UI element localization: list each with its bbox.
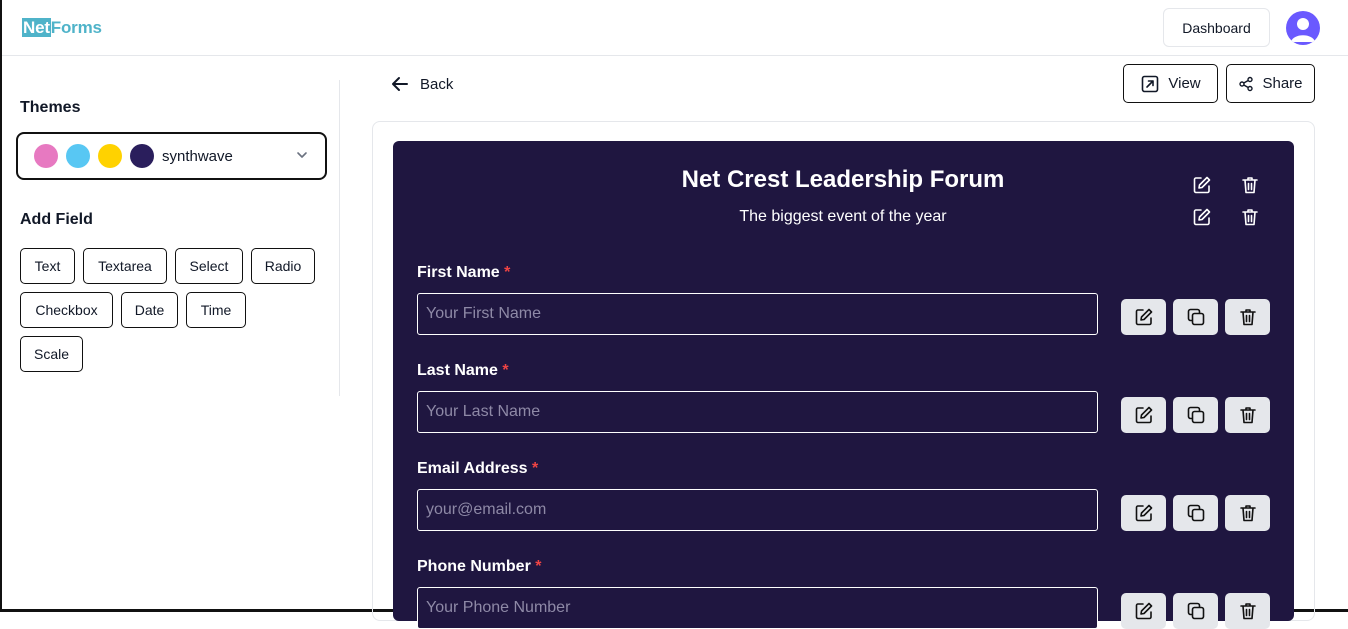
required-marker: * [535, 558, 542, 575]
edit-icon [1135, 504, 1152, 522]
trash-icon [1239, 407, 1256, 424]
form-subtitle: The biggest event of the year [739, 208, 947, 225]
add-date-field-button[interactable]: Date [121, 292, 178, 328]
add-time-field-button[interactable]: Time [186, 292, 246, 328]
delete-field-button[interactable] [1225, 593, 1270, 629]
field-label-text: First Name [417, 264, 500, 281]
required-marker: * [502, 362, 509, 379]
theme-color-swatch-4 [130, 144, 154, 168]
delete-field-button[interactable] [1225, 397, 1270, 433]
trash-icon [1239, 309, 1256, 326]
last-name-input[interactable] [417, 391, 1098, 433]
last-name-label: Last Name * [417, 362, 509, 380]
add-checkbox-field-button[interactable]: Checkbox [20, 292, 113, 328]
field-label-text: Phone Number [417, 558, 531, 575]
add-field-title: Add Field [20, 211, 93, 228]
back-link[interactable]: Back [390, 72, 453, 96]
duplicate-field-button[interactable] [1173, 495, 1218, 531]
theme-color-swatch-2 [66, 144, 90, 168]
trash-icon [1239, 603, 1256, 620]
share-icon [1239, 76, 1254, 91]
user-icon [1291, 18, 1315, 42]
duplicate-field-button[interactable] [1173, 299, 1218, 335]
edit-subtitle-icon[interactable] [1192, 207, 1212, 227]
trash-icon [1239, 505, 1256, 522]
copy-icon [1187, 602, 1204, 620]
view-button[interactable]: View [1123, 64, 1218, 103]
theme-select[interactable]: synthwave [16, 132, 327, 180]
edit-title-icon[interactable] [1192, 175, 1212, 195]
required-marker: * [532, 460, 539, 477]
edit-icon [1135, 602, 1152, 620]
field-label-text: Email Address [417, 460, 528, 477]
copy-icon [1187, 308, 1204, 326]
edit-field-button[interactable] [1121, 495, 1166, 531]
logo-net: Net [22, 18, 51, 37]
email-input[interactable] [417, 489, 1098, 531]
edit-field-button[interactable] [1121, 299, 1166, 335]
theme-color-swatch-3 [98, 144, 122, 168]
add-textarea-field-button[interactable]: Textarea [83, 248, 167, 284]
theme-name: synthwave [162, 147, 233, 165]
edit-field-button[interactable] [1121, 397, 1166, 433]
dashboard-button[interactable]: Dashboard [1163, 8, 1270, 47]
chevron-down-icon [297, 152, 307, 158]
delete-field-button[interactable] [1225, 299, 1270, 335]
copy-icon [1187, 406, 1204, 424]
copy-icon [1187, 504, 1204, 522]
email-label: Email Address * [417, 460, 538, 478]
sidebar-divider [339, 80, 340, 396]
delete-title-icon[interactable] [1240, 175, 1260, 195]
first-name-input[interactable] [417, 293, 1098, 335]
delete-subtitle-icon[interactable] [1240, 207, 1260, 227]
back-label: Back [420, 75, 454, 93]
add-radio-field-button[interactable]: Radio [251, 248, 315, 284]
view-label: View [1168, 75, 1201, 92]
edit-icon [1135, 406, 1152, 424]
field-label-text: Last Name [417, 362, 498, 379]
delete-field-button[interactable] [1225, 495, 1270, 531]
add-scale-field-button[interactable]: Scale [20, 336, 83, 372]
phone-input[interactable] [417, 587, 1098, 629]
add-select-field-button[interactable]: Select [175, 248, 243, 284]
phone-label: Phone Number * [417, 558, 541, 576]
edit-icon [1135, 308, 1152, 326]
required-marker: * [504, 264, 511, 281]
duplicate-field-button[interactable] [1173, 397, 1218, 433]
add-text-field-button[interactable]: Text [20, 248, 75, 284]
edit-field-button[interactable] [1121, 593, 1166, 629]
first-name-label: First Name * [417, 264, 510, 282]
share-label: Share [1262, 75, 1303, 92]
logo-forms: Forms [50, 18, 102, 37]
logo[interactable]: NetForms [22, 18, 102, 38]
top-header: NetForms Dashboard [2, 0, 1348, 56]
theme-color-swatch-1 [34, 144, 58, 168]
avatar[interactable] [1286, 11, 1320, 45]
themes-title: Themes [20, 99, 81, 116]
form-title: Net Crest Leadership Forum [681, 166, 1005, 193]
share-button[interactable]: Share [1226, 64, 1315, 103]
external-link-icon [1142, 75, 1159, 92]
arrow-left-icon [392, 77, 408, 91]
duplicate-field-button[interactable] [1173, 593, 1218, 629]
